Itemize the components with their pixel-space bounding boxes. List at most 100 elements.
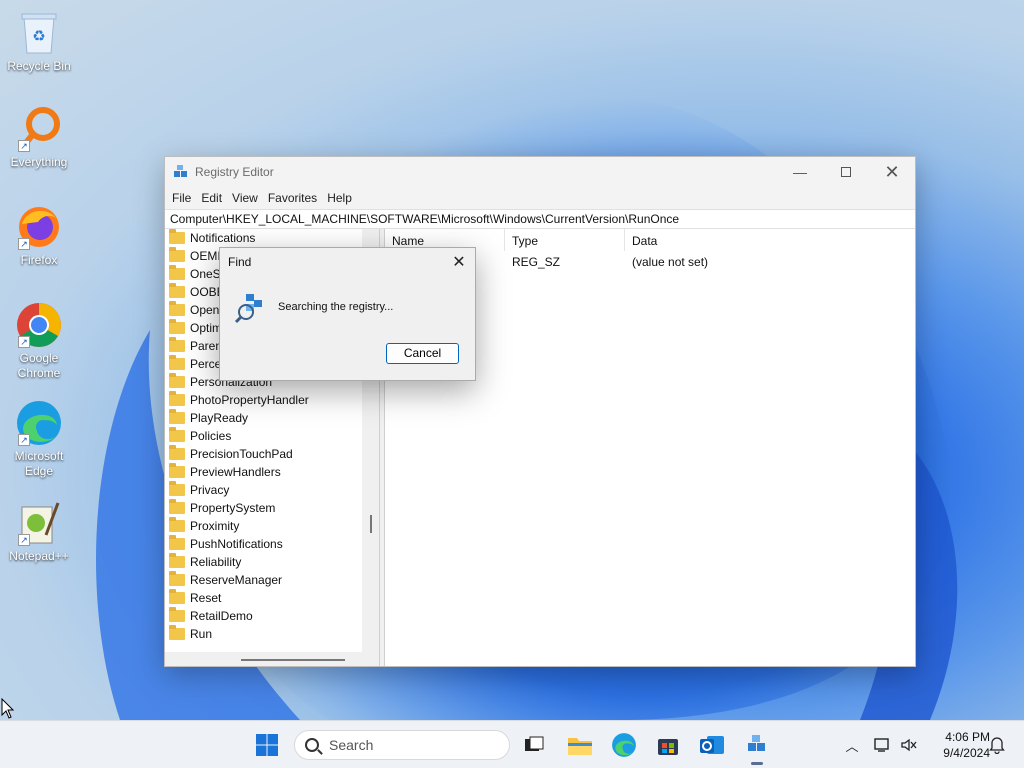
tree-item-label: PlayReady bbox=[190, 411, 249, 425]
network-status-button[interactable] bbox=[872, 721, 894, 768]
search-icon bbox=[305, 738, 319, 752]
chevron-up-icon: ︿ bbox=[845, 738, 859, 754]
close-button[interactable]: ✕ bbox=[869, 157, 915, 187]
tree-item[interactable]: PlayReady bbox=[169, 409, 362, 427]
folder-icon bbox=[169, 373, 185, 388]
taskbar-search-box[interactable]: Search bbox=[294, 730, 510, 760]
bell-icon bbox=[989, 737, 1005, 754]
desktop-icon-chrome[interactable]: ↗ Google Chrome bbox=[4, 300, 74, 381]
menu-view[interactable]: View bbox=[227, 191, 263, 205]
volume-button[interactable] bbox=[898, 721, 920, 768]
maximize-button[interactable] bbox=[823, 157, 869, 187]
menu-favorites[interactable]: Favorites bbox=[263, 191, 322, 205]
task-view-icon bbox=[525, 736, 544, 751]
folder-icon bbox=[169, 625, 185, 640]
shortcut-arrow-icon: ↗ bbox=[18, 140, 30, 152]
tree-item[interactable]: Reliability bbox=[169, 553, 362, 571]
clock-time: 4:06 PM bbox=[945, 730, 990, 744]
taskbar: Search ︿ 4:06 PM 9/4/2024 bbox=[0, 720, 1024, 768]
taskbar-task-view[interactable] bbox=[518, 729, 550, 761]
folder-icon bbox=[169, 481, 185, 496]
tree-item-label: Notifications bbox=[190, 231, 256, 245]
maximize-icon bbox=[841, 167, 851, 177]
dialog-close-button[interactable]: ✕ bbox=[443, 248, 475, 276]
tree-item[interactable]: RetailDemo bbox=[169, 607, 362, 625]
close-icon: ✕ bbox=[884, 161, 900, 182]
chrome-icon: ↗ bbox=[14, 300, 64, 350]
desktop-icon-label: Microsoft Edge bbox=[14, 449, 64, 478]
folder-icon bbox=[169, 409, 185, 424]
folder-icon bbox=[169, 535, 185, 550]
svg-text:♻: ♻ bbox=[32, 28, 45, 45]
shortcut-arrow-icon: ↗ bbox=[18, 534, 30, 546]
menu-edit[interactable]: Edit bbox=[196, 191, 227, 205]
address-bar[interactable]: Computer\HKEY_LOCAL_MACHINE\SOFTWARE\Mic… bbox=[165, 209, 915, 229]
minimize-button[interactable]: — bbox=[777, 157, 823, 187]
tree-item[interactable]: ReserveManager bbox=[169, 571, 362, 589]
firefox-icon: ↗ bbox=[14, 202, 64, 252]
folder-icon bbox=[169, 283, 185, 298]
tree-item[interactable]: PhotoPropertyHandler bbox=[169, 391, 362, 409]
folder-icon bbox=[169, 607, 185, 622]
cancel-button[interactable]: Cancel bbox=[386, 343, 459, 364]
tree-item-label: Run bbox=[190, 627, 213, 641]
taskbar-edge[interactable] bbox=[608, 729, 640, 761]
store-icon bbox=[658, 739, 678, 755]
column-header-type[interactable]: Type bbox=[505, 228, 625, 251]
find-dialog[interactable]: Find ✕ Searching the registry... Cancel bbox=[219, 247, 476, 381]
start-button[interactable] bbox=[251, 729, 283, 761]
tree-item-label: PrecisionTouchPad bbox=[190, 447, 293, 461]
title-bar[interactable]: Registry Editor — ✕ bbox=[165, 157, 915, 187]
column-header-data[interactable]: Data bbox=[625, 229, 915, 251]
desktop-icon-notepadpp[interactable]: ↗ Notepad++ bbox=[4, 498, 74, 564]
clock[interactable]: 4:06 PM 9/4/2024 bbox=[926, 729, 990, 761]
taskbar-microsoft-store[interactable] bbox=[652, 729, 684, 761]
desktop-icon-label: Everything bbox=[10, 155, 68, 169]
tree-horizontal-scrollbar[interactable] bbox=[165, 652, 363, 666]
notepadpp-icon: ↗ bbox=[14, 498, 64, 548]
desktop-icon-recycle-bin[interactable]: ♻ Recycle Bin bbox=[4, 8, 74, 74]
tree-item[interactable]: PushNotifications bbox=[169, 535, 362, 553]
menu-help[interactable]: Help bbox=[322, 191, 357, 205]
taskbar-registry-editor[interactable] bbox=[741, 729, 773, 765]
tree-item[interactable]: Reset bbox=[169, 589, 362, 607]
network-icon bbox=[874, 738, 889, 752]
close-icon: ✕ bbox=[452, 254, 466, 271]
show-hidden-icons-button[interactable]: ︿ bbox=[840, 721, 864, 768]
folder-icon bbox=[169, 499, 185, 514]
tree-item[interactable]: Policies bbox=[169, 427, 362, 445]
taskbar-file-explorer[interactable] bbox=[564, 729, 596, 761]
folder-icon bbox=[169, 589, 185, 604]
windows-logo-icon bbox=[256, 734, 278, 756]
tree-item[interactable]: Proximity bbox=[169, 517, 362, 535]
folder-icon bbox=[169, 337, 185, 352]
tree-item-label: PhotoPropertyHandler bbox=[190, 393, 309, 407]
menu-file[interactable]: File bbox=[167, 191, 196, 205]
tree-item[interactable]: PrecisionTouchPad bbox=[169, 445, 362, 463]
tree-item[interactable]: Privacy bbox=[169, 481, 362, 499]
tree-item-label: Privacy bbox=[190, 483, 230, 497]
tree-item[interactable]: Run bbox=[169, 625, 362, 643]
dialog-title: Find bbox=[228, 255, 252, 269]
desktop-icon-firefox[interactable]: ↗ Firefox bbox=[4, 202, 74, 268]
edge-icon: ↗ bbox=[14, 398, 64, 448]
notifications-button[interactable] bbox=[986, 721, 1008, 768]
folder-icon bbox=[169, 229, 185, 244]
desktop-icon-everything[interactable]: ↗ Everything bbox=[4, 104, 74, 170]
tree-item[interactable]: PreviewHandlers bbox=[169, 463, 362, 481]
folder-icon bbox=[169, 265, 185, 280]
dialog-title-bar[interactable]: Find ✕ bbox=[220, 248, 475, 276]
everything-search-icon: ↗ bbox=[14, 104, 64, 154]
tree-item[interactable]: Notifications bbox=[169, 229, 362, 247]
desktop-icon-edge[interactable]: ↗ Microsoft Edge bbox=[4, 398, 74, 479]
shortcut-arrow-icon: ↗ bbox=[18, 238, 30, 250]
registry-editor-window[interactable]: Registry Editor — ✕ File Edit View Favor… bbox=[164, 156, 916, 667]
shortcut-arrow-icon: ↗ bbox=[18, 336, 30, 348]
taskbar-outlook[interactable] bbox=[696, 729, 728, 761]
scroll-thumb[interactable] bbox=[370, 515, 372, 533]
tree-item[interactable]: PropertySystem bbox=[169, 499, 362, 517]
folder-icon bbox=[169, 247, 185, 262]
tree-item-label: Proximity bbox=[190, 519, 240, 533]
desktop-icon-label: Notepad++ bbox=[9, 549, 69, 563]
scroll-thumb[interactable] bbox=[241, 659, 345, 661]
